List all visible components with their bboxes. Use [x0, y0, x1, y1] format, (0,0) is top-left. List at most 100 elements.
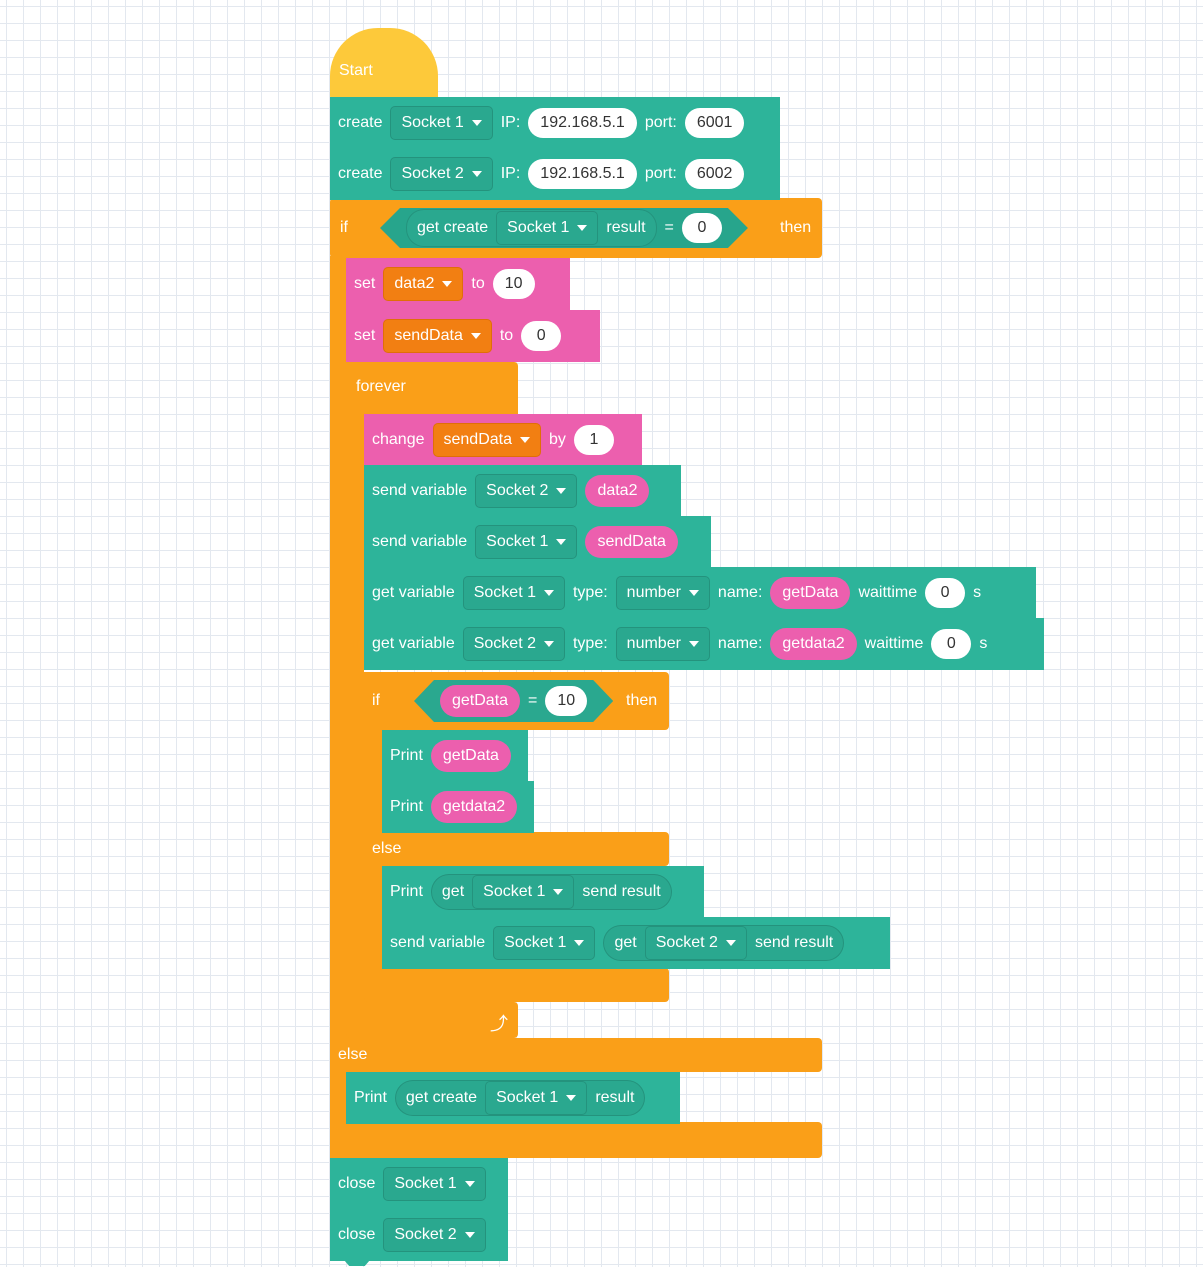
send-variable-label: send variable	[372, 533, 468, 550]
else-keyword-inner: else	[372, 840, 402, 857]
print-send-result-block[interactable]: Print get Socket 1 send result	[382, 866, 704, 918]
ip-label: IP:	[500, 165, 521, 182]
socket-dropdown[interactable]: Socket 2	[644, 926, 747, 960]
socket-dropdown[interactable]: Socket 2	[462, 627, 565, 661]
ip-input[interactable]: 192.168.5.1	[528, 159, 637, 189]
chevron-down-icon	[543, 590, 554, 596]
create-socket-2-block[interactable]: create Socket 2 IP: 192.168.5.1 port: 60…	[330, 148, 780, 200]
print-label: Print	[390, 883, 423, 900]
get-create-result-reporter[interactable]: get create Socket 1 result	[406, 209, 657, 247]
port-label: port:	[644, 165, 677, 182]
set-label: set	[354, 327, 376, 344]
port-input[interactable]: 6002	[684, 159, 745, 189]
compare-value-input-inner[interactable]: 10	[545, 686, 587, 716]
get-label: get	[441, 883, 465, 900]
get-label: get	[614, 934, 637, 951]
getData-reporter[interactable]: getData	[770, 577, 851, 609]
start-hat-block[interactable]: Start	[330, 28, 438, 100]
socket-dropdown[interactable]: Socket 1	[472, 875, 575, 909]
ip-label: IP:	[500, 114, 521, 131]
value-input[interactable]: 1	[573, 425, 614, 455]
forever-label: forever	[356, 378, 406, 395]
type-label: type:	[572, 635, 608, 652]
type-label: type:	[572, 584, 608, 601]
close-socket-2-block[interactable]: close Socket 2	[330, 1209, 508, 1261]
socket-dropdown[interactable]: Socket 1	[475, 525, 578, 559]
condition-equals[interactable]: get create Socket 1 result = 0	[380, 208, 748, 248]
print-getdata2-block[interactable]: Print getdata2	[382, 781, 534, 833]
to-label: to	[499, 327, 514, 344]
getData-reporter[interactable]: getData	[440, 685, 520, 717]
close-label: close	[338, 1175, 376, 1192]
print-getData-block[interactable]: Print getData	[382, 730, 528, 782]
get-send-result-reporter[interactable]: get Socket 2 send result	[603, 925, 845, 961]
equals-operator: =	[664, 219, 674, 236]
chevron-down-icon	[470, 333, 481, 339]
else-arm-inner[interactable]: else	[364, 832, 669, 866]
equals-operator-inner: =	[528, 692, 538, 709]
variable-dropdown[interactable]: data2	[383, 267, 464, 301]
change-sendData-block[interactable]: change sendData by 1	[364, 414, 642, 466]
print-label: Print	[390, 747, 423, 764]
variable-dropdown[interactable]: sendData	[432, 423, 541, 457]
socket-dropdown[interactable]: Socket 1	[462, 576, 565, 610]
send-result-label: send result	[754, 934, 834, 951]
else-arm-outer[interactable]: else	[330, 1038, 822, 1072]
create-label: create	[338, 165, 383, 182]
get-variable-label: get variable	[372, 584, 455, 601]
value-input[interactable]: 10	[492, 269, 535, 299]
set-sendData-block[interactable]: set sendData to 0	[346, 310, 600, 362]
chevron-down-icon	[543, 641, 554, 647]
send-variable-label: send variable	[372, 482, 468, 499]
forever-spine	[346, 412, 364, 1040]
socket-dropdown[interactable]: Socket 2	[383, 1218, 486, 1252]
type-dropdown[interactable]: number	[615, 576, 710, 610]
ip-input[interactable]: 192.168.5.1	[528, 108, 637, 138]
socket-dropdown[interactable]: Socket 2	[390, 157, 493, 191]
chevron-down-icon	[464, 1232, 475, 1238]
get-send-result-reporter[interactable]: get Socket 1 send result	[430, 874, 672, 910]
waittime-input[interactable]: 0	[925, 578, 966, 608]
data2-reporter[interactable]: data2	[585, 475, 650, 507]
getData-reporter[interactable]: getData	[430, 740, 511, 772]
print-create-result-block[interactable]: Print get create Socket 1 result	[346, 1072, 680, 1124]
close-socket-1-block[interactable]: close Socket 1	[330, 1158, 508, 1210]
sendData-reporter[interactable]: sendData	[585, 526, 678, 558]
get-create-result-reporter[interactable]: get create Socket 1 result	[394, 1080, 646, 1116]
chevron-down-icon	[471, 120, 482, 126]
if-else-block-inner[interactable]: if getData = 10 then	[364, 672, 669, 730]
stack-bottom-notch	[344, 1260, 370, 1266]
waittime-label: waittime	[864, 635, 924, 652]
send-variable-label: send variable	[390, 934, 486, 951]
get-variable-getData-block[interactable]: get variable Socket 1 type: number name:…	[364, 567, 1036, 619]
set-data2-block[interactable]: set data2 to 10	[346, 258, 570, 310]
create-socket-1-block[interactable]: create Socket 1 IP: 192.168.5.1 port: 60…	[330, 97, 780, 149]
chevron-down-icon	[688, 641, 699, 647]
send-variable-sendData-block[interactable]: send variable Socket 1 sendData	[364, 516, 711, 568]
send-variable-send-result-block[interactable]: send variable Socket 1 get Socket 2 send…	[382, 917, 890, 969]
chevron-down-icon	[553, 889, 564, 895]
socket-dropdown[interactable]: Socket 1	[485, 1081, 588, 1115]
getdata2-reporter[interactable]: getdata2	[770, 628, 857, 660]
port-input[interactable]: 6001	[684, 108, 745, 138]
getdata2-reporter[interactable]: getdata2	[430, 791, 518, 823]
forever-block[interactable]: forever	[346, 362, 518, 414]
seconds-unit: s	[973, 584, 982, 601]
socket-dropdown[interactable]: Socket 2	[475, 474, 578, 508]
chevron-down-icon	[577, 225, 587, 231]
socket-dropdown[interactable]: Socket 1	[390, 106, 493, 140]
compare-value-input[interactable]: 0	[682, 213, 722, 243]
if-else-block-outer[interactable]: if get create Socket 1 result = 0 then	[330, 198, 822, 258]
variable-dropdown[interactable]: sendData	[383, 319, 492, 353]
value-input[interactable]: 0	[521, 321, 562, 351]
socket-dropdown[interactable]: Socket 1	[496, 211, 598, 245]
socket-dropdown[interactable]: Socket 1	[493, 926, 596, 960]
chevron-down-icon	[725, 940, 736, 946]
condition-equals-inner[interactable]: getData = 10	[414, 680, 613, 722]
waittime-input[interactable]: 0	[931, 629, 972, 659]
send-variable-data2-block[interactable]: send variable Socket 2 data2	[364, 465, 681, 517]
type-dropdown[interactable]: number	[615, 627, 710, 661]
get-variable-getdata2-block[interactable]: get variable Socket 2 type: number name:…	[364, 618, 1044, 670]
chevron-down-icon	[566, 1095, 577, 1101]
socket-dropdown[interactable]: Socket 1	[383, 1167, 486, 1201]
